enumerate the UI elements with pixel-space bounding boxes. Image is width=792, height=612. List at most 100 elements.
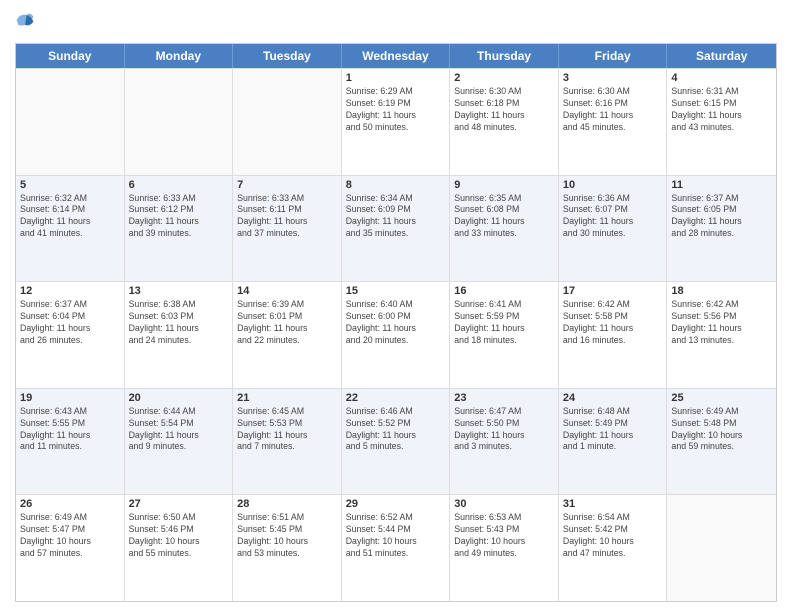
day-number: 23: [454, 392, 554, 404]
day-number: 20: [129, 392, 229, 404]
calendar-cell-16: 16 Sunrise: 6:41 AM Sunset: 5:59 PM Dayli…: [450, 282, 559, 388]
day-number: 10: [563, 179, 663, 191]
weekday-header-tuesday: Tuesday: [233, 44, 342, 68]
day-info: Sunrise: 6:37 AM Sunset: 6:04 PM Dayligh…: [20, 299, 120, 347]
day-number: 7: [237, 179, 337, 191]
calendar-cell-13: 13 Sunrise: 6:38 AM Sunset: 6:03 PM Dayli…: [125, 282, 234, 388]
calendar-cell-17: 17Sunrise: 6:42 AM Sunset: 5:58 PM Dayli…: [559, 282, 668, 388]
calendar-row-3: 12 Sunrise: 6:37 AM Sunset: 6:04 PM Dayli…: [16, 281, 776, 388]
calendar-cell-21: 21 Sunrise: 6:45 AM Sunset: 5:53 PM Dayli…: [233, 389, 342, 495]
day-info: Sunrise: 6:30 AM Sunset: 6:16 PM Dayligh…: [563, 86, 663, 134]
day-info: Sunrise: 6:36 AM Sunset: 6:07 PM Dayligh…: [563, 193, 663, 241]
day-number: 29: [346, 498, 446, 510]
day-number: 12: [20, 285, 120, 297]
calendar-cell-23: 23 Sunrise: 6:47 AM Sunset: 5:50 PM Dayli…: [450, 389, 559, 495]
calendar-cell-28: 28 Sunrise: 6:51 AM Sunset: 5:45 PM Dayli…: [233, 495, 342, 601]
day-info: Sunrise: 6:39 AM Sunset: 6:01 PM Dayligh…: [237, 299, 337, 347]
day-number: 16: [454, 285, 554, 297]
calendar-cell-5: 5Sunrise: 6:32 AM Sunset: 6:14 PM Daylig…: [16, 176, 125, 282]
day-number: 2: [454, 72, 554, 84]
day-info: Sunrise: 6:47 AM Sunset: 5:50 PM Dayligh…: [454, 406, 554, 454]
calendar-cell-empty-1: [125, 69, 234, 175]
calendar-cell-26: 26 Sunrise: 6:49 AM Sunset: 5:47 PM Dayli…: [16, 495, 125, 601]
calendar-cell-14: 14Sunrise: 6:39 AM Sunset: 6:01 PM Dayli…: [233, 282, 342, 388]
day-info: Sunrise: 6:49 AM Sunset: 5:48 PM Dayligh…: [671, 406, 772, 454]
calendar-cell-30: 30 Sunrise: 6:53 AM Sunset: 5:43 PM Dayli…: [450, 495, 559, 601]
day-info: Sunrise: 6:41 AM Sunset: 5:59 PM Dayligh…: [454, 299, 554, 347]
day-info: Sunrise: 6:37 AM Sunset: 6:05 PM Dayligh…: [671, 193, 772, 241]
weekday-header-monday: Monday: [125, 44, 234, 68]
day-number: 28: [237, 498, 337, 510]
day-info: Sunrise: 6:52 AM Sunset: 5:44 PM Dayligh…: [346, 512, 446, 560]
day-info: Sunrise: 6:38 AM Sunset: 6:03 PM Dayligh…: [129, 299, 229, 347]
calendar-cell-22: 22 Sunrise: 6:46 AM Sunset: 5:52 PM Dayli…: [342, 389, 451, 495]
calendar-row-4: 19Sunrise: 6:43 AM Sunset: 5:55 PM Dayli…: [16, 388, 776, 495]
day-info: Sunrise: 6:51 AM Sunset: 5:45 PM Dayligh…: [237, 512, 337, 560]
day-number: 24: [563, 392, 663, 404]
day-info: Sunrise: 6:43 AM Sunset: 5:55 PM Dayligh…: [20, 406, 120, 454]
day-info: Sunrise: 6:34 AM Sunset: 6:09 PM Dayligh…: [346, 193, 446, 241]
calendar-cell-27: 27 Sunrise: 6:50 AM Sunset: 5:46 PM Dayli…: [125, 495, 234, 601]
calendar-row-5: 26 Sunrise: 6:49 AM Sunset: 5:47 PM Dayli…: [16, 494, 776, 601]
weekday-header-sunday: Sunday: [16, 44, 125, 68]
day-number: 13: [129, 285, 229, 297]
day-info: Sunrise: 6:33 AM Sunset: 6:11 PM Dayligh…: [237, 193, 337, 241]
calendar-row-2: 5Sunrise: 6:32 AM Sunset: 6:14 PM Daylig…: [16, 175, 776, 282]
day-info: Sunrise: 6:33 AM Sunset: 6:12 PM Dayligh…: [129, 193, 229, 241]
calendar-cell-empty-2: [233, 69, 342, 175]
day-number: 17: [563, 285, 663, 297]
day-number: 21: [237, 392, 337, 404]
calendar-cell-7: 7 Sunrise: 6:33 AM Sunset: 6:11 PM Daylig…: [233, 176, 342, 282]
day-info: Sunrise: 6:42 AM Sunset: 5:56 PM Dayligh…: [671, 299, 772, 347]
day-number: 26: [20, 498, 120, 510]
calendar-cell-empty-0: [16, 69, 125, 175]
day-info: Sunrise: 6:30 AM Sunset: 6:18 PM Dayligh…: [454, 86, 554, 134]
calendar-header-row: SundayMondayTuesdayWednesdayThursdayFrid…: [16, 44, 776, 68]
calendar-cell-20: 20 Sunrise: 6:44 AM Sunset: 5:54 PM Dayli…: [125, 389, 234, 495]
day-number: 18: [671, 285, 772, 297]
day-number: 6: [129, 179, 229, 191]
day-info: Sunrise: 6:44 AM Sunset: 5:54 PM Dayligh…: [129, 406, 229, 454]
calendar-cell-3: 3Sunrise: 6:30 AM Sunset: 6:16 PM Daylig…: [559, 69, 668, 175]
calendar-cell-11: 11 Sunrise: 6:37 AM Sunset: 6:05 PM Dayli…: [667, 176, 776, 282]
day-number: 27: [129, 498, 229, 510]
calendar-row-1: 1 Sunrise: 6:29 AM Sunset: 6:19 PM Daylig…: [16, 68, 776, 175]
day-info: Sunrise: 6:50 AM Sunset: 5:46 PM Dayligh…: [129, 512, 229, 560]
day-number: 1: [346, 72, 446, 84]
day-info: Sunrise: 6:29 AM Sunset: 6:19 PM Dayligh…: [346, 86, 446, 134]
day-info: Sunrise: 6:49 AM Sunset: 5:47 PM Dayligh…: [20, 512, 120, 560]
calendar-cell-12: 12 Sunrise: 6:37 AM Sunset: 6:04 PM Dayli…: [16, 282, 125, 388]
day-info: Sunrise: 6:32 AM Sunset: 6:14 PM Dayligh…: [20, 193, 120, 241]
weekday-header-saturday: Saturday: [667, 44, 776, 68]
day-number: 11: [671, 179, 772, 191]
calendar-cell-15: 15Sunrise: 6:40 AM Sunset: 6:00 PM Dayli…: [342, 282, 451, 388]
weekday-header-thursday: Thursday: [450, 44, 559, 68]
day-number: 25: [671, 392, 772, 404]
day-info: Sunrise: 6:54 AM Sunset: 5:42 PM Dayligh…: [563, 512, 663, 560]
calendar-cell-24: 24 Sunrise: 6:48 AM Sunset: 5:49 PM Dayli…: [559, 389, 668, 495]
calendar-cell-2: 2 Sunrise: 6:30 AM Sunset: 6:18 PM Daylig…: [450, 69, 559, 175]
calendar-cell-4: 4 Sunrise: 6:31 AM Sunset: 6:15 PM Daylig…: [667, 69, 776, 175]
day-info: Sunrise: 6:31 AM Sunset: 6:15 PM Dayligh…: [671, 86, 772, 134]
calendar: SundayMondayTuesdayWednesdayThursdayFrid…: [15, 43, 777, 602]
day-info: Sunrise: 6:40 AM Sunset: 6:00 PM Dayligh…: [346, 299, 446, 347]
day-number: 8: [346, 179, 446, 191]
calendar-cell-9: 9Sunrise: 6:35 AM Sunset: 6:08 PM Daylig…: [450, 176, 559, 282]
calendar-cell-19: 19Sunrise: 6:43 AM Sunset: 5:55 PM Dayli…: [16, 389, 125, 495]
day-info: Sunrise: 6:48 AM Sunset: 5:49 PM Dayligh…: [563, 406, 663, 454]
calendar-cell-6: 6 Sunrise: 6:33 AM Sunset: 6:12 PM Daylig…: [125, 176, 234, 282]
day-number: 22: [346, 392, 446, 404]
calendar-body: 1 Sunrise: 6:29 AM Sunset: 6:19 PM Daylig…: [16, 68, 776, 601]
calendar-cell-18: 18 Sunrise: 6:42 AM Sunset: 5:56 PM Dayli…: [667, 282, 776, 388]
day-number: 4: [671, 72, 772, 84]
logo: [15, 10, 39, 35]
calendar-cell-25: 25 Sunrise: 6:49 AM Sunset: 5:48 PM Dayli…: [667, 389, 776, 495]
day-info: Sunrise: 6:53 AM Sunset: 5:43 PM Dayligh…: [454, 512, 554, 560]
weekday-header-wednesday: Wednesday: [342, 44, 451, 68]
day-info: Sunrise: 6:45 AM Sunset: 5:53 PM Dayligh…: [237, 406, 337, 454]
day-number: 31: [563, 498, 663, 510]
day-info: Sunrise: 6:46 AM Sunset: 5:52 PM Dayligh…: [346, 406, 446, 454]
day-number: 9: [454, 179, 554, 191]
weekday-header-friday: Friday: [559, 44, 668, 68]
day-number: 30: [454, 498, 554, 510]
